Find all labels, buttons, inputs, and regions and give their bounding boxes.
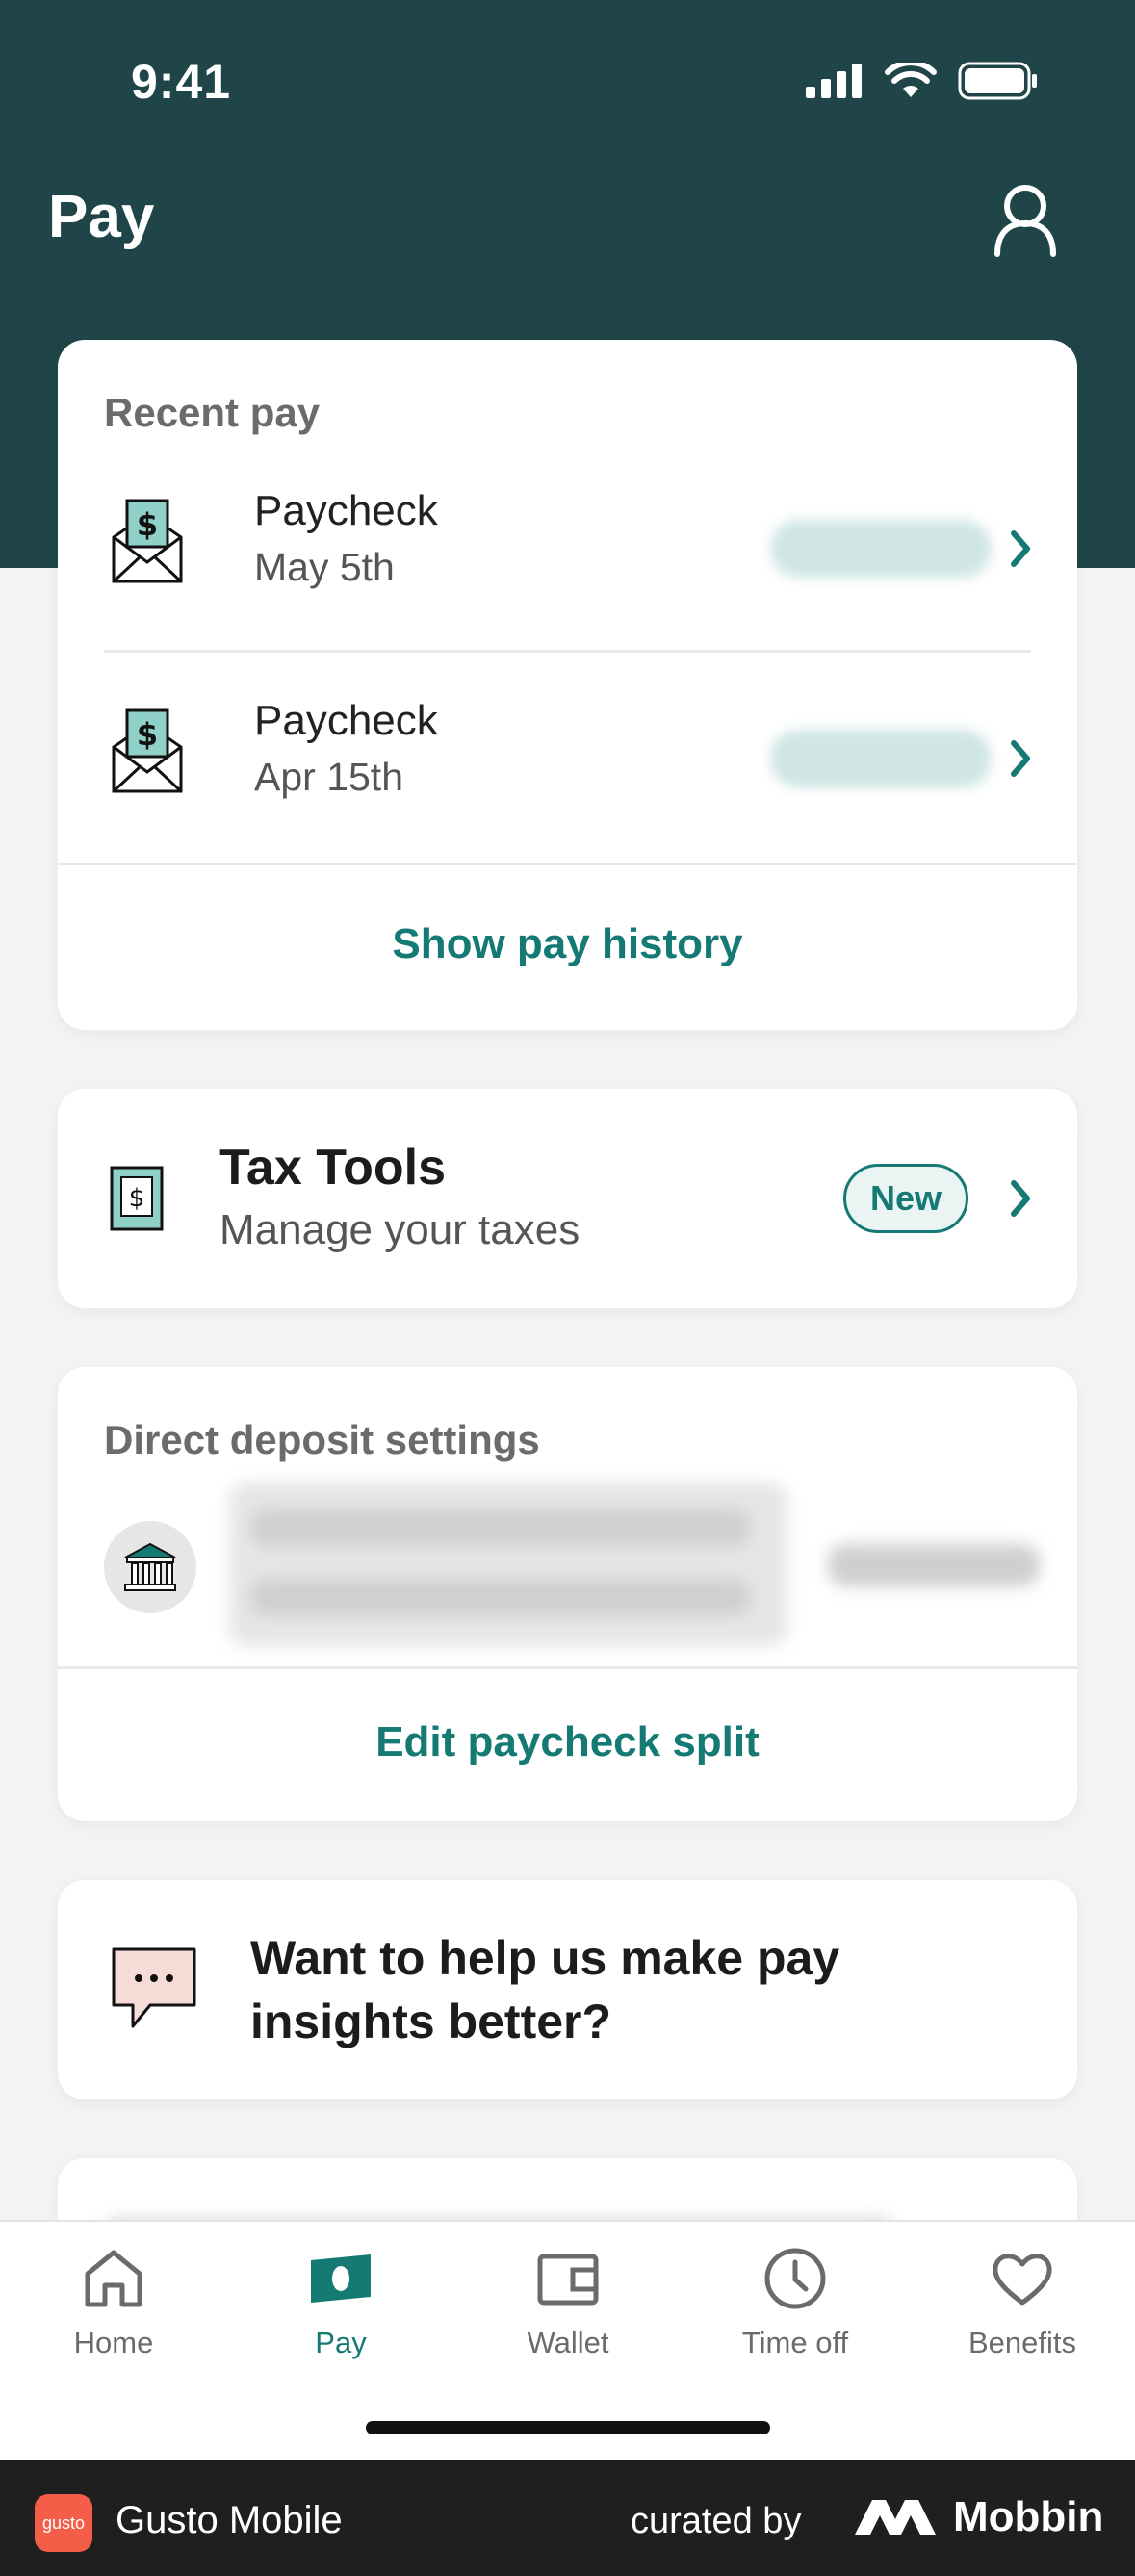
tab-home[interactable]: Home bbox=[0, 2222, 227, 2359]
card-divider bbox=[58, 863, 1077, 865]
tab-label: Pay bbox=[315, 2326, 367, 2359]
gusto-logo: gusto bbox=[35, 2494, 92, 2552]
new-badge: New bbox=[843, 1164, 968, 1233]
mobbin-logo-icon bbox=[855, 2500, 936, 2535]
status-bar: 9:41 bbox=[0, 0, 1135, 164]
tax-tools-title: Tax Tools bbox=[219, 1140, 446, 1196]
tab-label: Wallet bbox=[527, 2326, 609, 2359]
paycheck-label: Paycheck bbox=[254, 487, 438, 534]
chat-bubble-icon bbox=[112, 1947, 196, 2028]
home-indicator bbox=[366, 2421, 770, 2434]
pay-icon bbox=[311, 2254, 371, 2303]
chevron-right-icon bbox=[1011, 1180, 1030, 1217]
paycheck-envelope-icon: $ bbox=[112, 708, 183, 793]
paycheck-label: Paycheck bbox=[254, 697, 438, 744]
feedback-card[interactable]: Want to help us make pay insights better… bbox=[58, 1880, 1077, 2099]
direct-deposit-card: Direct deposit settings Edit paycheck sp… bbox=[58, 1367, 1077, 1821]
recent-pay-card: Recent pay $ Paycheck May 5th $ Paycheck… bbox=[58, 340, 1077, 1030]
paycheck-row[interactable]: $ Paycheck Apr 15th bbox=[58, 660, 1077, 863]
signal-icon bbox=[806, 64, 862, 98]
curated-by-label: curated by bbox=[631, 2501, 802, 2541]
status-time: 9:41 bbox=[131, 55, 232, 109]
home-icon bbox=[85, 2250, 142, 2307]
page-title: Pay bbox=[48, 184, 155, 250]
account-line-redacted bbox=[250, 1509, 751, 1546]
tab-label: Time off bbox=[741, 2326, 849, 2359]
clock-icon bbox=[764, 2248, 826, 2309]
tax-tools-subtitle: Manage your taxes bbox=[219, 1206, 580, 1253]
mobbin-brand: Mobbin bbox=[853, 2493, 1103, 2541]
edit-paycheck-split-button[interactable]: Edit paycheck split bbox=[58, 1718, 1077, 1766]
tax-tools-card[interactable]: $ Tax Tools Manage your taxes New bbox=[58, 1089, 1077, 1308]
tab-benefits[interactable]: Benefits bbox=[909, 2222, 1135, 2359]
paycheck-amount-redacted bbox=[770, 730, 992, 787]
tab-time-off[interactable]: Time off bbox=[682, 2222, 909, 2359]
account-details-redacted bbox=[229, 1482, 787, 1646]
account-line-redacted bbox=[250, 1579, 751, 1615]
paycheck-date: May 5th bbox=[254, 545, 395, 589]
mobbin-label: Mobbin bbox=[953, 2493, 1104, 2540]
paycheck-envelope-icon: $ bbox=[112, 499, 183, 583]
wallet-icon bbox=[537, 2254, 599, 2306]
card-divider bbox=[58, 1666, 1077, 1669]
wifi-icon bbox=[885, 63, 937, 97]
app-name: Gusto Mobile bbox=[116, 2499, 343, 2541]
bank-icon bbox=[124, 1542, 176, 1591]
chevron-right-icon bbox=[1011, 740, 1030, 777]
recent-pay-title: Recent pay bbox=[104, 390, 321, 435]
tab-label: Benefits bbox=[967, 2326, 1076, 2359]
direct-deposit-title: Direct deposit settings bbox=[104, 1417, 540, 1462]
footer-banner: gusto Gusto Mobile curated by Mobbin bbox=[0, 2460, 1135, 2576]
deposit-amount-redacted bbox=[828, 1544, 1040, 1586]
svg-text:$: $ bbox=[129, 1184, 145, 1213]
heart-icon bbox=[993, 2254, 1052, 2306]
bank-avatar bbox=[104, 1521, 196, 1613]
svg-text:$: $ bbox=[137, 716, 158, 753]
profile-button[interactable] bbox=[992, 181, 1059, 258]
tab-pay[interactable]: Pay bbox=[227, 2222, 454, 2359]
paycheck-row[interactable]: $ Paycheck May 5th bbox=[58, 451, 1077, 653]
chevron-right-icon bbox=[1011, 530, 1030, 567]
paycheck-amount-redacted bbox=[770, 520, 992, 578]
person-icon bbox=[994, 185, 1056, 257]
svg-text:$: $ bbox=[137, 506, 158, 543]
tax-document-icon: $ bbox=[110, 1166, 164, 1231]
tab-label: Home bbox=[73, 2326, 154, 2359]
status-icons bbox=[806, 62, 1039, 100]
battery-icon bbox=[958, 62, 1037, 100]
tab-wallet[interactable]: Wallet bbox=[454, 2222, 682, 2359]
paycheck-date: Apr 15th bbox=[254, 755, 403, 799]
show-pay-history-button[interactable]: Show pay history bbox=[58, 920, 1077, 968]
row-divider bbox=[104, 650, 1031, 653]
feedback-prompt: Want to help us make pay insights better… bbox=[250, 1931, 840, 2048]
